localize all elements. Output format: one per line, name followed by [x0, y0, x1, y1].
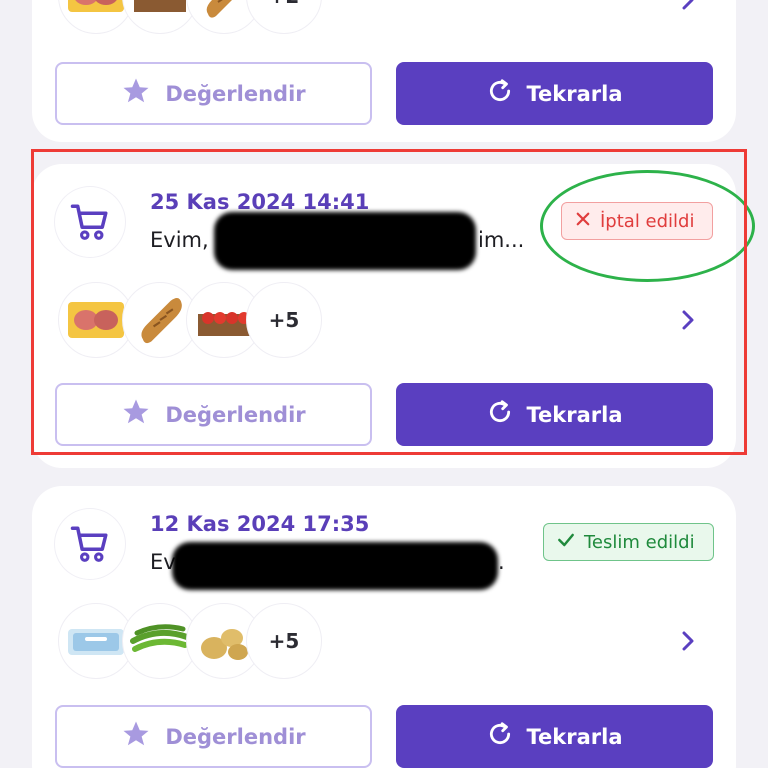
more-items-count: +5 — [246, 282, 322, 358]
rate-button-label: Değerlendir — [165, 81, 306, 106]
redaction-mark — [214, 212, 476, 270]
close-icon — [574, 210, 592, 233]
order-address-tail: im... — [478, 228, 525, 252]
repeat-button[interactable]: Tekrarla — [396, 383, 713, 446]
rate-button[interactable]: Değerlendir — [55, 383, 372, 446]
order-address: Evim, — [150, 228, 209, 252]
star-icon — [121, 397, 151, 432]
star-icon — [121, 76, 151, 111]
status-badge: İptal edildi — [561, 202, 713, 240]
refresh-icon — [487, 78, 513, 109]
repeat-button-label: Tekrarla — [526, 724, 623, 749]
repeat-button[interactable]: Tekrarla — [396, 705, 713, 768]
status-badge-label: İptal edildi — [600, 210, 695, 232]
refresh-icon — [487, 399, 513, 430]
more-items-count: +5 — [246, 603, 322, 679]
order-date: 25 Kas 2024 14:41 — [150, 190, 370, 214]
cart-icon — [54, 508, 126, 580]
chevron-right-icon[interactable] — [676, 629, 700, 657]
rate-button[interactable]: Değerlendir — [55, 705, 372, 768]
cart-icon — [54, 186, 126, 258]
refresh-icon — [487, 721, 513, 752]
order-date: 12 Kas 2024 17:35 — [150, 512, 370, 536]
status-badge: Teslim edildi — [543, 523, 714, 561]
repeat-button-label: Tekrarla — [526, 402, 623, 427]
chevron-right-icon[interactable] — [676, 0, 700, 16]
chevron-right-icon[interactable] — [676, 308, 700, 336]
star-icon — [121, 719, 151, 754]
order-address-tail: . — [498, 550, 505, 574]
rate-button-label: Değerlendir — [165, 724, 306, 749]
rate-button-label: Değerlendir — [165, 402, 306, 427]
redaction-mark — [172, 542, 498, 590]
status-badge-label: Teslim edildi — [584, 531, 695, 553]
check-icon — [556, 530, 576, 555]
repeat-button[interactable]: Tekrarla — [396, 62, 713, 125]
rate-button[interactable]: Değerlendir — [55, 62, 372, 125]
repeat-button-label: Tekrarla — [526, 81, 623, 106]
